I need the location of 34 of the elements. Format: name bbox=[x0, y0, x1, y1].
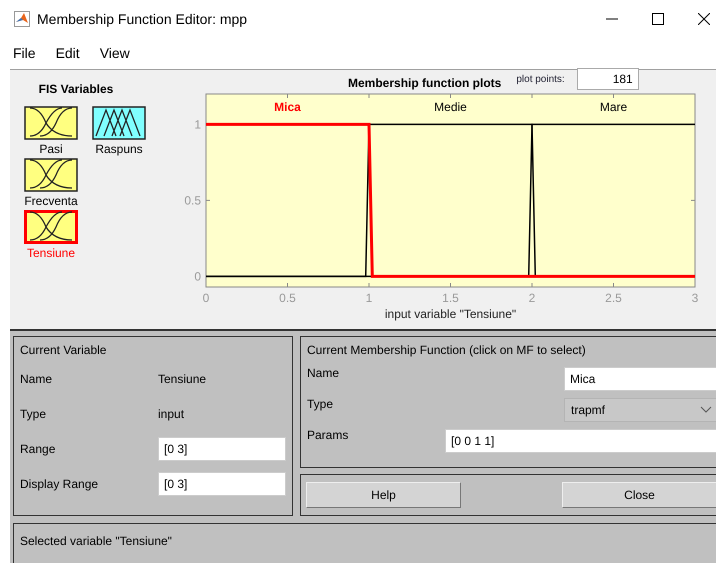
field-label: Type bbox=[307, 396, 334, 411]
membership-function-label: Medie bbox=[434, 100, 467, 114]
panel-title: Current Variable bbox=[20, 343, 108, 357]
x-tick-label: 0.5 bbox=[279, 290, 296, 305]
panel-title: Current Membership Function (click on MF to select) bbox=[307, 343, 587, 357]
y-tick-label: 1 bbox=[194, 116, 201, 131]
field-label: Display Range bbox=[20, 476, 100, 490]
field-label: Params bbox=[307, 427, 350, 442]
field-label: Type bbox=[20, 406, 48, 420]
field-label: Name bbox=[307, 365, 340, 380]
x-tick-label: 1 bbox=[366, 290, 372, 305]
status-text: Selected variable "Tensiune" bbox=[20, 534, 172, 548]
field-label: Name bbox=[20, 372, 54, 386]
field-label: Range bbox=[20, 442, 56, 456]
x-tick-label: 0 bbox=[202, 290, 210, 305]
x-tick-label: 2.5 bbox=[605, 290, 622, 305]
y-tick-label: 0 bbox=[194, 268, 201, 283]
window-title: Membership Function Editor: mpp bbox=[37, 10, 248, 27]
y-tick-label: 0.5 bbox=[184, 192, 201, 207]
variable-name: Pasi bbox=[39, 142, 63, 156]
membership-function-label: Mare bbox=[600, 100, 628, 114]
x-axis-label: input variable "Tensiune" bbox=[384, 306, 516, 321]
variable-name: Frecventa bbox=[24, 194, 78, 208]
x-tick-label: 1.5 bbox=[442, 290, 459, 305]
x-tick-label: 3 bbox=[692, 290, 698, 305]
x-tick-label: 2 bbox=[528, 290, 536, 305]
variable-name-value: Tensiune bbox=[158, 372, 206, 386]
membership-function-label: Mica bbox=[274, 100, 301, 114]
variable-type-value: input bbox=[158, 406, 184, 420]
variable-name: Tensiune bbox=[26, 246, 76, 260]
plot-title: Membership function plots bbox=[348, 76, 502, 90]
fis-variables-title: FIS Variables bbox=[38, 82, 114, 96]
variable-name: Raspuns bbox=[95, 142, 143, 156]
plot-points-label: plot points: bbox=[516, 74, 565, 85]
